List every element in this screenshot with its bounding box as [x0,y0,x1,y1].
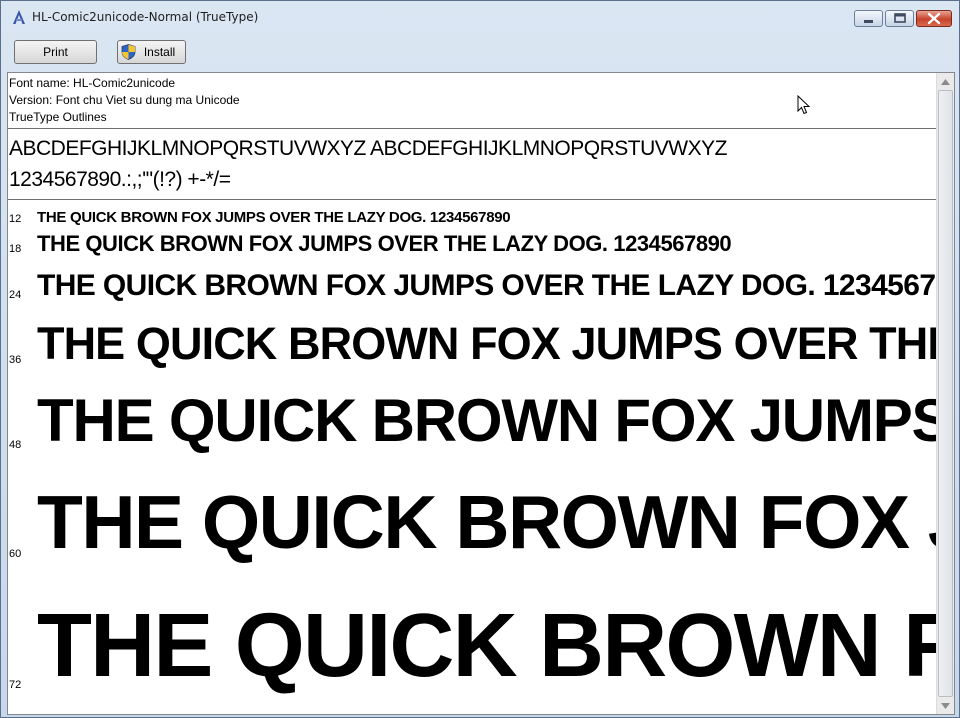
sample-text: THE QUICK BROWN FOX JUMPS OVER THE LAZY … [37,269,936,302]
close-button[interactable] [916,10,952,27]
font-preview-content: Font name: HL-Comic2unicode Version: Fon… [8,73,936,714]
sample-row: 24 THE QUICK BROWN FOX JUMPS OVER THE LA… [8,263,936,302]
sample-text: THE QUICK BROWN FOX JUMPS OVER THE LAZY … [37,387,936,454]
title-bar[interactable]: HL-Comic2unicode-Normal (TrueType) [1,1,959,35]
scroll-down-button[interactable] [937,697,954,714]
font-name-info: Font name: HL-Comic2unicode [9,76,176,90]
sample-row: 36 THE QUICK BROWN FOX JUMPS OVER THE LA… [8,309,936,366]
charset-letters: ABCDEFGHIJKLMNOPQRSTUVWXYZ ABCDEFGHIJKLM… [9,137,727,160]
sample-row: 60 THE QUICK BROWN FOX JUMPS OVER THE LA… [8,466,936,564]
sample-text: THE QUICK BROWN FOX JUMPS OVER THE LAZY … [37,596,936,696]
sample-text: THE QUICK BROWN FOX JUMPS OVER THE LAZY … [37,318,936,369]
sample-size-label: 12 [9,213,22,225]
sample-row: 48 THE QUICK BROWN FOX JUMPS OVER THE LA… [8,377,936,454]
maximize-icon [894,13,906,23]
scroll-down-arrow-icon [941,702,950,709]
scroll-up-button[interactable] [937,73,954,90]
close-icon [927,12,941,25]
maximize-button[interactable] [885,10,914,27]
scroll-up-arrow-icon [941,78,950,85]
sample-size-label: 72 [9,679,22,691]
vertical-scrollbar[interactable] [936,73,954,714]
install-button-label: Install [143,45,176,59]
install-button[interactable]: Install [117,40,186,64]
minimize-icon [864,20,873,23]
charset-divider [8,199,936,200]
print-button[interactable]: Print [14,40,97,64]
uac-shield-icon [121,44,136,60]
sample-row: 72 THE QUICK BROWN FOX JUMPS OVER THE LA… [8,577,936,691]
font-version-info: Version: Font chu Viet su dung ma Unicod… [9,93,240,107]
font-preview-pane[interactable]: Font name: HL-Comic2unicode Version: Fon… [7,72,955,715]
sample-row: 12 THE QUICK BROWN FOX JUMPS OVER THE LA… [8,205,936,225]
sample-size-label: 18 [9,243,22,255]
sample-row: 18 THE QUICK BROWN FOX JUMPS OVER THE LA… [8,227,936,256]
sample-text: THE QUICK BROWN FOX JUMPS OVER THE LAZY … [37,209,511,226]
sample-size-label: 48 [9,439,22,451]
sample-size-label: 60 [9,548,22,560]
charset-digits-symbols: 1234567890.:,;'"(!?) +-*/= [9,168,231,191]
window-title: HL-Comic2unicode-Normal (TrueType) [32,10,259,24]
mouse-pointer-icon [797,94,811,115]
sample-text: THE QUICK BROWN FOX JUMPS OVER THE LAZY … [37,231,732,256]
minimize-button[interactable] [854,10,883,27]
sample-text: THE QUICK BROWN FOX JUMPS OVER THE LAZY … [37,480,936,564]
info-divider [8,128,936,129]
font-outline-info: TrueType Outlines [9,110,107,124]
toolbar: Print Install [1,35,959,71]
sample-size-label: 24 [9,289,22,301]
font-viewer-icon [11,9,27,25]
font-viewer-window: HL-Comic2unicode-Normal (TrueType) Print [0,0,960,718]
sample-size-label: 36 [9,354,22,366]
scroll-thumb[interactable] [938,90,953,697]
